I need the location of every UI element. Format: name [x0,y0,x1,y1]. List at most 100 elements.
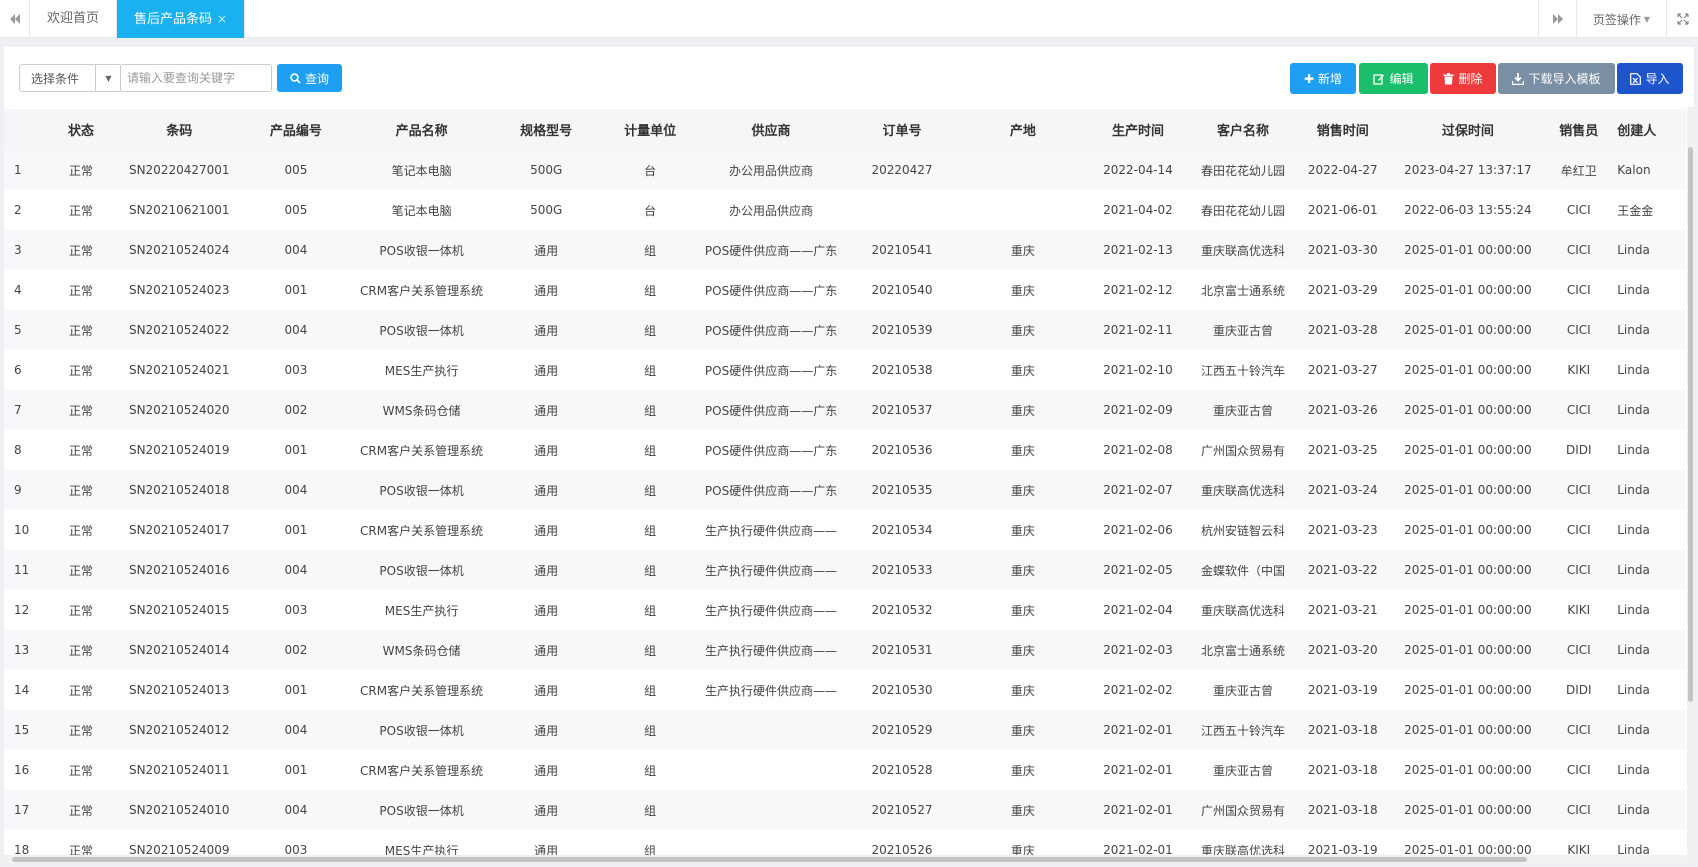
search-input[interactable] [120,64,272,92]
cell-order-no: 20210527 [839,790,965,830]
condition-select[interactable]: 选择条件 ▼ [19,64,122,92]
column-header-creator[interactable]: 创建人 [1616,109,1686,150]
cell-origin: 重庆 [964,230,1081,270]
table-header-row: 状态 条码 产品编号 产品名称 规格型号 计量单位 供应商 订单号 产地 生产时间 客户名称 销售时间… [4,109,1686,150]
table-row[interactable]: 16 正常 SN20210524011 001 CRM客户关系管理系统 通用组 202105… [4,750,1686,790]
scrollbar-thumb[interactable] [1688,147,1693,702]
cell-order-no: 20210537 [839,390,965,430]
cell-order-no: 20210535 [839,470,965,510]
cell-customer-name: 杭州安链智云科 [1194,510,1292,550]
cell-unit: 台 [597,150,703,190]
cell-barcode: SN20210524011 [114,750,244,790]
cell-salesperson: KIKI [1541,590,1617,630]
close-icon[interactable]: × [217,12,227,26]
cell-production-date: 2021-02-03 [1080,630,1195,670]
delete-button[interactable]: 删除 [1430,63,1496,94]
cell-origin [964,190,1081,230]
cell-index: 8 [4,430,48,470]
column-header-spec-model[interactable]: 规格型号 [494,109,598,150]
table-row[interactable]: 5 正常 SN20210524022 004 POS收银一体机 通用组 POS硬件供应商——… [4,310,1686,350]
cell-product-name: 笔记本电脑 [348,150,495,190]
cell-barcode: SN20210524024 [114,230,244,270]
table-row[interactable]: 9 正常 SN20210524018 004 POS收银一体机 通用组 POS硬件供应商——… [4,470,1686,510]
cell-warranty-expiry: 2025-01-01 00:00:00 [1394,630,1542,670]
cell-product-name: 笔记本电脑 [348,190,495,230]
cell-sale-date: 2021-03-26 [1291,390,1395,430]
double-chevron-right-icon[interactable] [1538,0,1576,38]
cell-barcode: SN20210524022 [114,310,244,350]
table-row[interactable]: 15 正常 SN20210524012 004 POS收银一体机 通用组 20210529 重… [4,710,1686,750]
cell-order-no: 20210541 [839,230,965,270]
tab-after-sales-barcode[interactable]: 售后产品条码 × [117,0,246,38]
cell-status: 正常 [47,750,115,790]
cell-creator: Linda [1616,510,1686,550]
column-header-product-code[interactable]: 产品编号 [243,109,349,150]
table-row[interactable]: 14 正常 SN20210524013 001 CRM客户关系管理系统 通用组生产执行硬件… [4,670,1686,710]
cell-salesperson: CICI [1541,710,1617,750]
column-header-status[interactable]: 状态 [47,109,115,150]
download-template-button[interactable]: 下载导入模板 [1498,63,1615,94]
column-header-supplier[interactable]: 供应商 [702,109,840,150]
table-row[interactable]: 11 正常 SN20210524016 004 POS收银一体机 通用组生产执行硬件供应商… [4,550,1686,590]
cell-status: 正常 [47,470,115,510]
table-row[interactable]: 10 正常 SN20210524017 001 CRM客户关系管理系统 通用组生产执行硬件… [4,510,1686,550]
column-header-origin[interactable]: 产地 [964,109,1081,150]
column-header-warranty-expiry[interactable]: 过保时间 [1394,109,1542,150]
import-button-label: 导入 [1645,72,1670,86]
cell-barcode: SN20210524020 [114,390,244,430]
column-header-salesperson[interactable]: 销售员 [1541,109,1617,150]
column-header-index[interactable] [4,109,48,150]
cell-order-no: 20210528 [839,750,965,790]
cell-origin: 重庆 [964,790,1081,830]
table-row[interactable]: 4 正常 SN20210524023 001 CRM客户关系管理系统 通用组 POS硬件供应… [4,270,1686,310]
page-ops-dropdown[interactable]: 页签操作 ▼ [1576,0,1666,38]
column-header-product-name[interactable]: 产品名称 [348,109,495,150]
column-header-barcode[interactable]: 条码 [114,109,244,150]
cell-warranty-expiry: 2025-01-01 00:00:00 [1394,590,1542,630]
tab-welcome[interactable]: 欢迎首页 [30,0,118,38]
cell-product-name: CRM客户关系管理系统 [348,670,495,710]
cell-supplier: 办公用品供应商 [702,150,840,190]
column-header-production-date[interactable]: 生产时间 [1080,109,1195,150]
edit-button[interactable]: 编辑 [1359,63,1428,94]
cell-unit: 组 [597,390,703,430]
column-header-customer-name[interactable]: 客户名称 [1194,109,1292,150]
cell-unit: 组 [597,670,703,710]
cell-warranty-expiry: 2025-01-01 00:00:00 [1394,550,1542,590]
table-row[interactable]: 12 正常 SN20210524015 003 MES生产执行 通用组生产执行硬件供应商—… [4,590,1686,630]
cell-supplier: POS硬件供应商——广东 [702,470,840,510]
add-button[interactable]: ✚ 新增 [1290,63,1356,94]
cell-origin: 重庆 [964,750,1081,790]
table-row[interactable]: 1 正常 SN20220427001 005 笔记本电脑 500G 台办公用品供应商 2022… [4,150,1686,190]
cell-index: 3 [4,230,48,270]
table-row[interactable]: 7 正常 SN20210524020 002 WMS条码仓储 通用组 POS硬件供应商——广… [4,390,1686,430]
table-row[interactable]: 3 正常 SN20210524024 004 POS收银一体机 通用组 POS硬件供应商——… [4,230,1686,270]
table-row[interactable]: 6 正常 SN20210524021 003 MES生产执行 通用组 POS硬件供应商——广… [4,350,1686,390]
horizontal-scrollbar[interactable] [4,855,1687,863]
table-row[interactable]: 13 正常 SN20210524014 002 WMS条码仓储 通用组生产执行硬件供应商—… [4,630,1686,670]
table-row[interactable]: 8 正常 SN20210524019 001 CRM客户关系管理系统 通用组 POS硬件供应… [4,430,1686,470]
cell-origin: 重庆 [964,310,1081,350]
cell-index: 13 [4,630,48,670]
import-button[interactable]: 导入 [1617,63,1683,94]
cell-index: 10 [4,510,48,550]
double-chevron-left-icon[interactable] [0,0,30,38]
cell-spec-model: 通用 [494,470,598,510]
vertical-scrollbar[interactable] [1687,107,1694,863]
cell-product-code: 005 [243,190,349,230]
fullscreen-icon[interactable] [1666,0,1698,38]
cell-product-name: POS收银一体机 [348,790,495,830]
chevron-down-icon[interactable]: ▼ [95,65,121,91]
table-row[interactable]: 17 正常 SN20210524010 004 POS收银一体机 通用组 20210527 重… [4,790,1686,830]
cell-origin: 重庆 [964,430,1081,470]
cell-sale-date: 2021-03-18 [1291,710,1395,750]
cell-creator: Linda [1616,310,1686,350]
table-row[interactable]: 2 正常 SN20210621001 005 笔记本电脑 500G 台办公用品供应商 2021… [4,190,1686,230]
column-header-sale-date[interactable]: 销售时间 [1291,109,1395,150]
search-button[interactable]: 查询 [277,64,342,92]
cell-customer-name: 北京富士通系统 [1194,630,1292,670]
scrollbar-thumb[interactable] [12,857,1527,862]
cell-index: 6 [4,350,48,390]
column-header-order-no[interactable]: 订单号 [839,109,965,150]
column-header-unit[interactable]: 计量单位 [597,109,703,150]
